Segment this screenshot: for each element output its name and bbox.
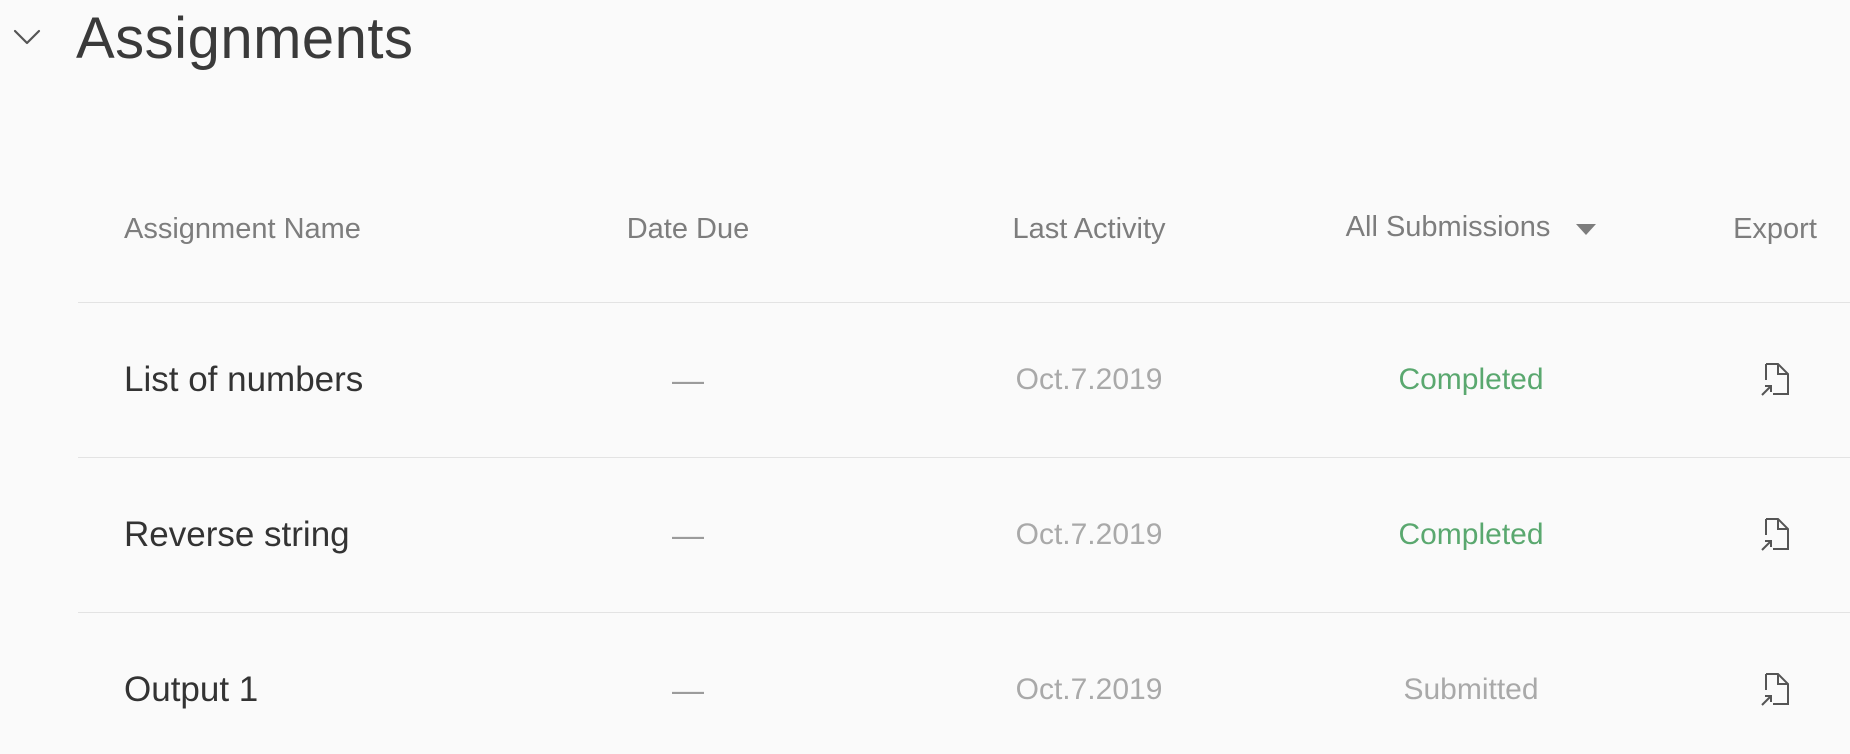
assignment-name-link[interactable]: Output 1 (124, 670, 258, 710)
status-badge: Completed (1398, 363, 1544, 396)
table-row: Reverse string — Oct.7.2019 Completed (78, 457, 1850, 612)
assignment-name-link[interactable]: Reverse string (124, 515, 350, 555)
file-export-icon[interactable] (1758, 362, 1792, 398)
last-activity-value: Oct.7.2019 (1015, 673, 1163, 706)
date-due-value: — (672, 361, 704, 398)
status-badge: Submitted (1403, 673, 1539, 706)
file-export-icon[interactable] (1758, 672, 1792, 708)
column-header-last-activity[interactable]: Last Activity (919, 154, 1259, 304)
status-badge: Completed (1398, 518, 1544, 551)
assignments-page: Assignments Assignment Name Date Due Las… (0, 0, 1850, 754)
assignment-name-link[interactable]: List of numbers (124, 360, 363, 400)
chevron-down-icon[interactable] (12, 26, 42, 48)
page-title: Assignments (76, 6, 414, 71)
last-activity-value: Oct.7.2019 (1015, 363, 1163, 396)
last-activity-value: Oct.7.2019 (1015, 518, 1163, 551)
submissions-filter-label: All Submissions (1345, 210, 1551, 243)
assignments-table: Assignment Name Date Due Last Activity A… (78, 152, 1850, 754)
date-due-value: — (672, 516, 704, 553)
column-header-export[interactable]: Export (1710, 154, 1840, 304)
table-header: Assignment Name Date Due Last Activity A… (78, 152, 1850, 302)
submissions-filter-dropdown[interactable]: All Submissions (1346, 211, 1597, 244)
column-header-name[interactable]: Assignment Name (124, 154, 361, 304)
file-export-icon[interactable] (1758, 517, 1792, 553)
column-header-date-due[interactable]: Date Due (558, 154, 818, 304)
table-row: List of numbers — Oct.7.2019 Completed (78, 302, 1850, 457)
table-row: Output 1 — Oct.7.2019 Submitted (78, 612, 1850, 754)
caret-down-icon (1576, 223, 1597, 235)
date-due-value: — (672, 671, 704, 708)
column-header-submissions: All Submissions (1271, 154, 1671, 304)
